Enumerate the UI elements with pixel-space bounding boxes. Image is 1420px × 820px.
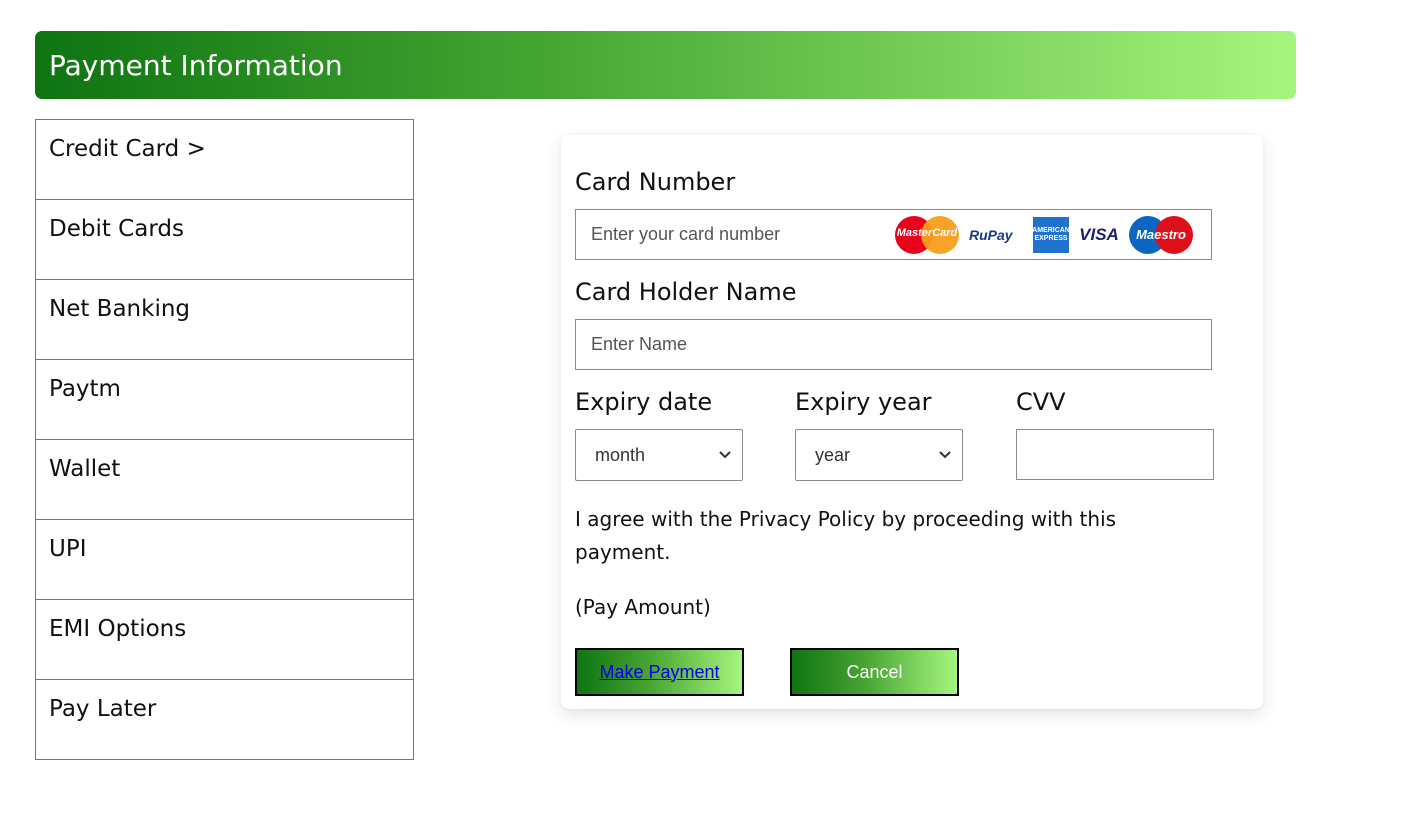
amex-logo: AMERICAN EXPRESS bbox=[1032, 217, 1070, 253]
sidebar-item-net-banking[interactable]: Net Banking bbox=[35, 279, 414, 360]
make-payment-button[interactable]: Make Payment bbox=[575, 648, 744, 696]
sidebar-item-pay-later[interactable]: Pay Later bbox=[35, 679, 414, 760]
expiry-month-select[interactable]: month bbox=[575, 429, 743, 481]
visa-logo: VISA bbox=[1079, 225, 1119, 244]
sidebar-item-label: Credit Card > bbox=[49, 136, 206, 162]
cancel-button[interactable]: Cancel bbox=[790, 648, 959, 696]
cancel-label: Cancel bbox=[846, 661, 903, 682]
chevron-down-icon bbox=[939, 451, 951, 459]
sidebar-item-label: Wallet bbox=[49, 456, 121, 482]
sidebar-item-credit-card[interactable]: Credit Card > bbox=[35, 119, 414, 200]
privacy-agreement-text: I agree with the Privacy Policy by proce… bbox=[575, 507, 1117, 564]
cvv-label: CVV bbox=[1016, 388, 1066, 416]
sidebar-item-label: EMI Options bbox=[49, 616, 187, 642]
mastercard-logo: MasterCard bbox=[895, 216, 959, 254]
card-number-label: Card Number bbox=[575, 168, 736, 196]
expiry-month-value: month bbox=[595, 444, 646, 465]
payment-header: Payment Information bbox=[35, 31, 1296, 99]
sidebar-item-paytm[interactable]: Paytm bbox=[35, 359, 414, 440]
card-number-input[interactable]: Enter your card number MasterCard RuPay … bbox=[575, 209, 1212, 260]
payment-method-sidebar: Credit Card > Debit Cards Net Banking Pa… bbox=[35, 119, 414, 760]
expiry-date-label: Expiry date bbox=[575, 388, 713, 416]
maestro-logo: Maestro bbox=[1129, 216, 1193, 254]
sidebar-item-debit-cards[interactable]: Debit Cards bbox=[35, 199, 414, 280]
payment-form-card: Card Number Enter your card number Maste… bbox=[561, 135, 1263, 709]
card-holder-label: Card Holder Name bbox=[575, 278, 797, 306]
chevron-down-icon bbox=[719, 451, 731, 459]
sidebar-item-upi[interactable]: UPI bbox=[35, 519, 414, 600]
sidebar-item-label: Net Banking bbox=[49, 296, 191, 322]
card-logos: MasterCard RuPay AMERICAN EXPRESS VISA M… bbox=[895, 216, 1193, 254]
sidebar-item-label: Pay Later bbox=[49, 696, 157, 722]
expiry-year-value: year bbox=[815, 444, 851, 465]
page-title: Payment Information bbox=[49, 48, 343, 82]
card-number-placeholder: Enter your card number bbox=[591, 224, 781, 244]
expiry-year-select[interactable]: year bbox=[795, 429, 963, 481]
card-holder-input[interactable]: Enter Name bbox=[575, 319, 1212, 370]
pay-amount-text: (Pay Amount) bbox=[575, 595, 711, 619]
sidebar-item-emi-options[interactable]: EMI Options bbox=[35, 599, 414, 680]
rupay-logo: RuPay bbox=[969, 227, 1013, 243]
sidebar-item-label: UPI bbox=[49, 536, 87, 562]
cvv-input[interactable] bbox=[1016, 429, 1214, 480]
sidebar-item-wallet[interactable]: Wallet bbox=[35, 439, 414, 520]
make-payment-link[interactable]: Make Payment bbox=[599, 662, 719, 683]
expiry-year-label: Expiry year bbox=[795, 388, 932, 416]
sidebar-item-label: Debit Cards bbox=[49, 216, 184, 242]
card-holder-placeholder: Enter Name bbox=[591, 334, 688, 354]
sidebar-item-label: Paytm bbox=[49, 376, 121, 402]
